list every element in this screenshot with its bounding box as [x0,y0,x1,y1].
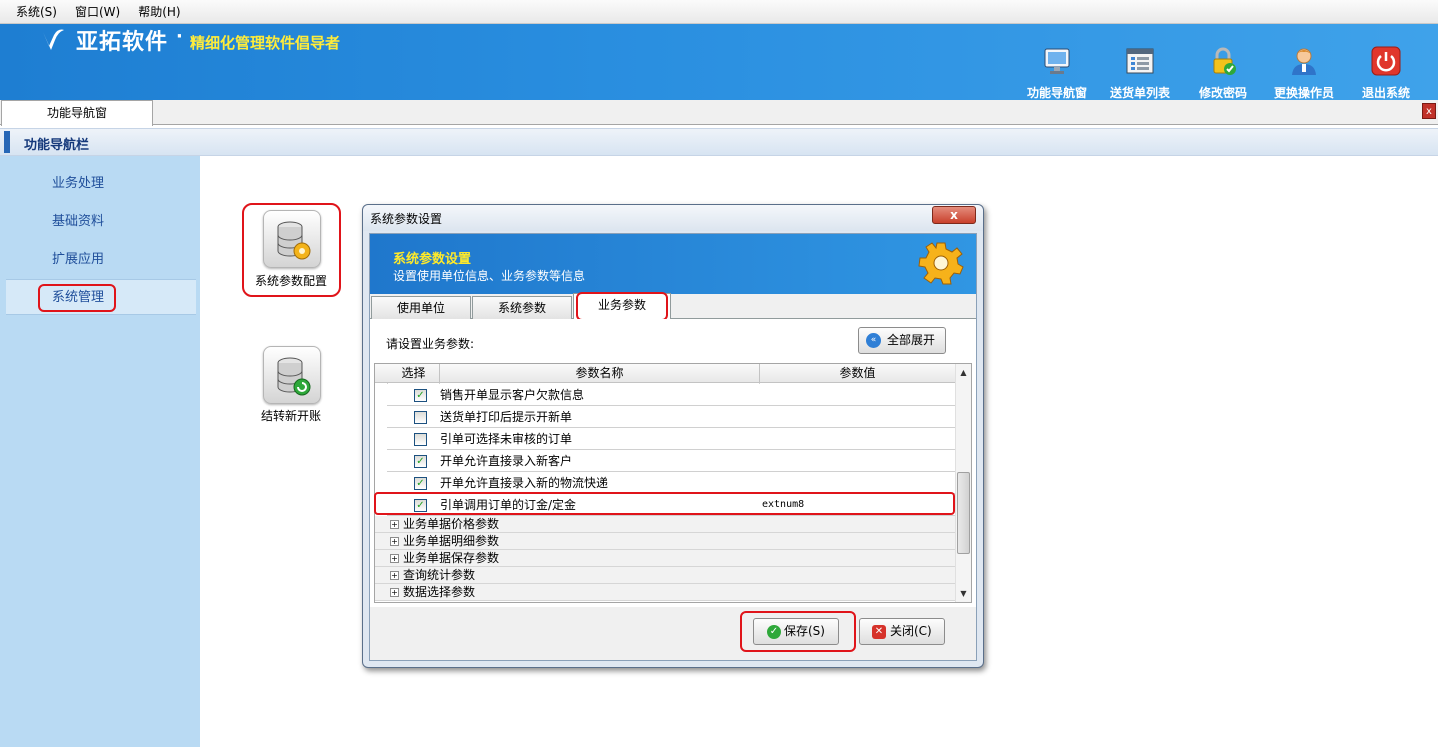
tool-exit-system[interactable]: 退出系统 [1348,46,1424,101]
dialog-title: 系统参数设置 [370,212,443,226]
carry-forward-label[interactable]: 结转新开账 [241,407,341,424]
logo-icon [40,26,66,52]
sidebar-item-basic-data[interactable]: 基础资料 [6,204,196,240]
highlight-deposit-row [374,492,955,515]
param-name: 送货单打印后提示开新单 [440,410,573,424]
window-tab-strip [0,100,1438,125]
scroll-up-icon[interactable]: ▲ [957,366,970,380]
col-header-value[interactable]: 参数值 [760,364,955,383]
double-left-arrow-icon: « [866,333,881,348]
tool-delivery-list[interactable]: 送货单列表 [1102,46,1178,101]
row-checkbox[interactable]: ✓ [414,455,427,468]
navbar-header [0,128,1438,156]
param-name: 引单可选择未审核的订单 [440,432,573,446]
group-label: 业务单据价格参数 [403,517,500,531]
close-icon: ✕ [872,625,886,639]
brand-name: 亚拓软件 [76,30,169,55]
monitor-icon [1042,46,1072,76]
row-checkbox[interactable]: ✓ [414,477,427,490]
banner-title: 系统参数设置 [393,252,472,267]
brand-separator: · [176,26,183,47]
param-name: 开单允许直接录入新客户 [440,454,573,468]
group-label: 数据选择参数 [403,585,476,599]
scroll-thumb[interactable] [957,472,970,554]
group-label: 业务单据明细参数 [403,534,500,548]
user-icon [1289,46,1319,76]
banner-subtitle: 设置使用单位信息、业务参数等信息 [393,269,586,283]
group-label: 查询统计参数 [403,568,476,582]
highlight-system-management [38,284,116,312]
highlight-save-button [740,611,856,652]
sidebar-item-extensions[interactable]: 扩展应用 [6,242,196,278]
dialog-close-icon[interactable]: x [932,206,976,224]
database-refresh-icon[interactable] [263,346,321,404]
highlight-business-params-tab [576,292,668,321]
col-header-name[interactable]: 参数名称 [440,364,760,383]
row-checkbox[interactable] [414,433,427,446]
brand-slogan: 精细化管理软件倡导者 [190,34,341,52]
lock-icon [1208,46,1238,76]
tool-nav-window[interactable]: 功能导航窗 [1019,46,1095,101]
dialog-titlebar[interactable] [363,205,983,231]
navbar-title: 功能导航栏 [24,138,90,153]
menu-window[interactable]: 窗口(W) [75,3,120,20]
col-header-select[interactable]: 选择 [388,364,440,383]
expand-icon[interactable]: + [390,571,399,580]
power-icon [1371,46,1401,76]
expand-icon[interactable]: + [390,537,399,546]
row-checkbox[interactable]: ✓ [414,389,427,402]
menu-help[interactable]: 帮助(H) [138,3,180,20]
sidebar-item-business[interactable]: 业务处理 [6,166,196,202]
param-name: 销售开单显示客户欠款信息 [440,388,585,402]
expand-icon[interactable]: + [390,588,399,597]
tab-user-unit[interactable]: 使用单位 [371,296,471,319]
navbar-accent [4,131,10,153]
param-name: 开单允许直接录入新的物流快递 [440,476,609,490]
tab-system-params[interactable]: 系统参数 [472,296,572,319]
list-icon [1125,46,1155,76]
gear-icon [918,240,964,286]
group-label: 业务单据保存参数 [403,551,500,565]
scroll-down-icon[interactable]: ▼ [957,587,970,601]
expand-icon[interactable]: + [390,520,399,529]
menu-system[interactable]: 系统(S) [16,3,57,20]
menu-bar: 系统(S) 窗口(W) 帮助(H) [0,0,1438,24]
close-icon[interactable]: x [1422,103,1436,119]
expand-icon[interactable]: + [390,554,399,563]
tab-function-navigation[interactable]: 功能导航窗 [1,100,153,126]
panel-prompt: 请设置业务参数: [386,337,475,351]
tool-change-password[interactable]: 修改密码 [1185,46,1261,101]
tool-switch-operator[interactable]: 更换操作员 [1266,46,1342,101]
row-checkbox[interactable] [414,411,427,424]
highlight-system-params-config [242,203,341,297]
